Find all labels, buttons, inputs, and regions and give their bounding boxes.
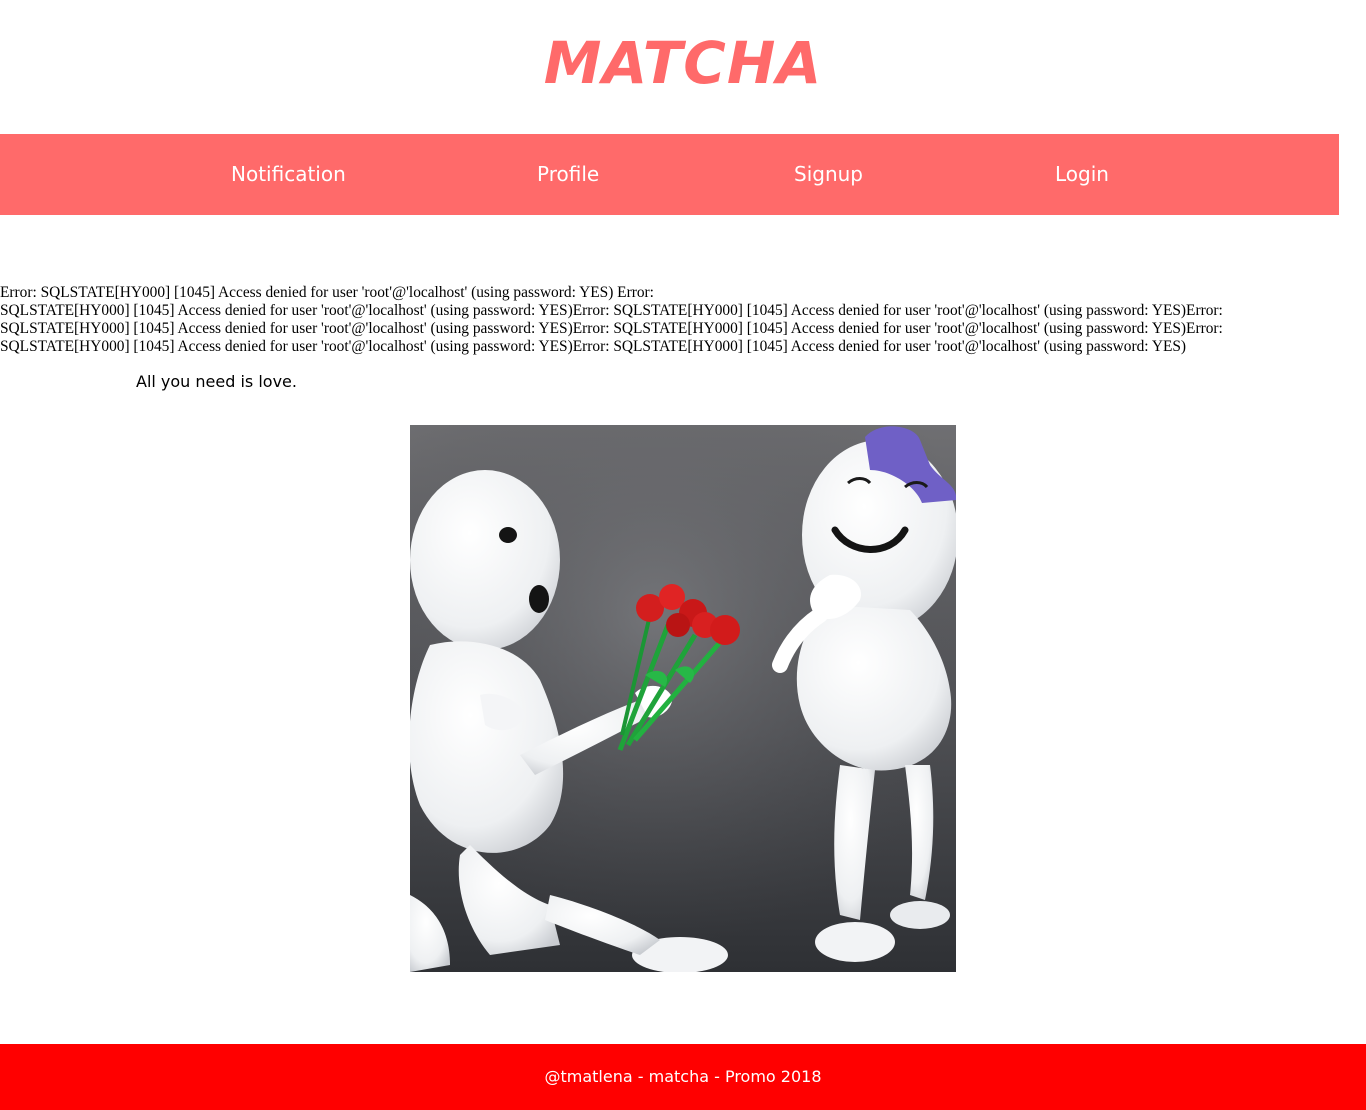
site-header: MATCHA [0,0,1366,134]
nav-signup-link[interactable]: Signup [794,134,863,215]
nav-login-link[interactable]: Login [1055,134,1109,215]
nav-notification-link[interactable]: Notification [231,134,346,215]
site-title: MATCHA [543,29,823,97]
main-navbar: Notification Profile Signup Login [0,134,1339,215]
nav-profile-link[interactable]: Profile [537,134,599,215]
error-line: SQLSTATE[HY000] [1045] Access denied for… [0,320,1223,337]
site-footer: @tmatlena - matcha - Promo 2018 [0,1044,1366,1110]
error-line: Error: SQLSTATE[HY000] [1045] Access den… [0,284,654,301]
error-line: SQLSTATE[HY000] [1045] Access denied for… [0,302,1223,319]
hero-image-proposal [410,425,956,972]
footer-credit-text: @tmatlena - matcha - Promo 2018 [544,1067,822,1086]
database-error-output: Error: SQLSTATE[HY000] [1045] Access den… [0,284,1290,356]
tagline: All you need is love. [136,372,297,391]
error-line: SQLSTATE[HY000] [1045] Access denied for… [0,338,1187,355]
